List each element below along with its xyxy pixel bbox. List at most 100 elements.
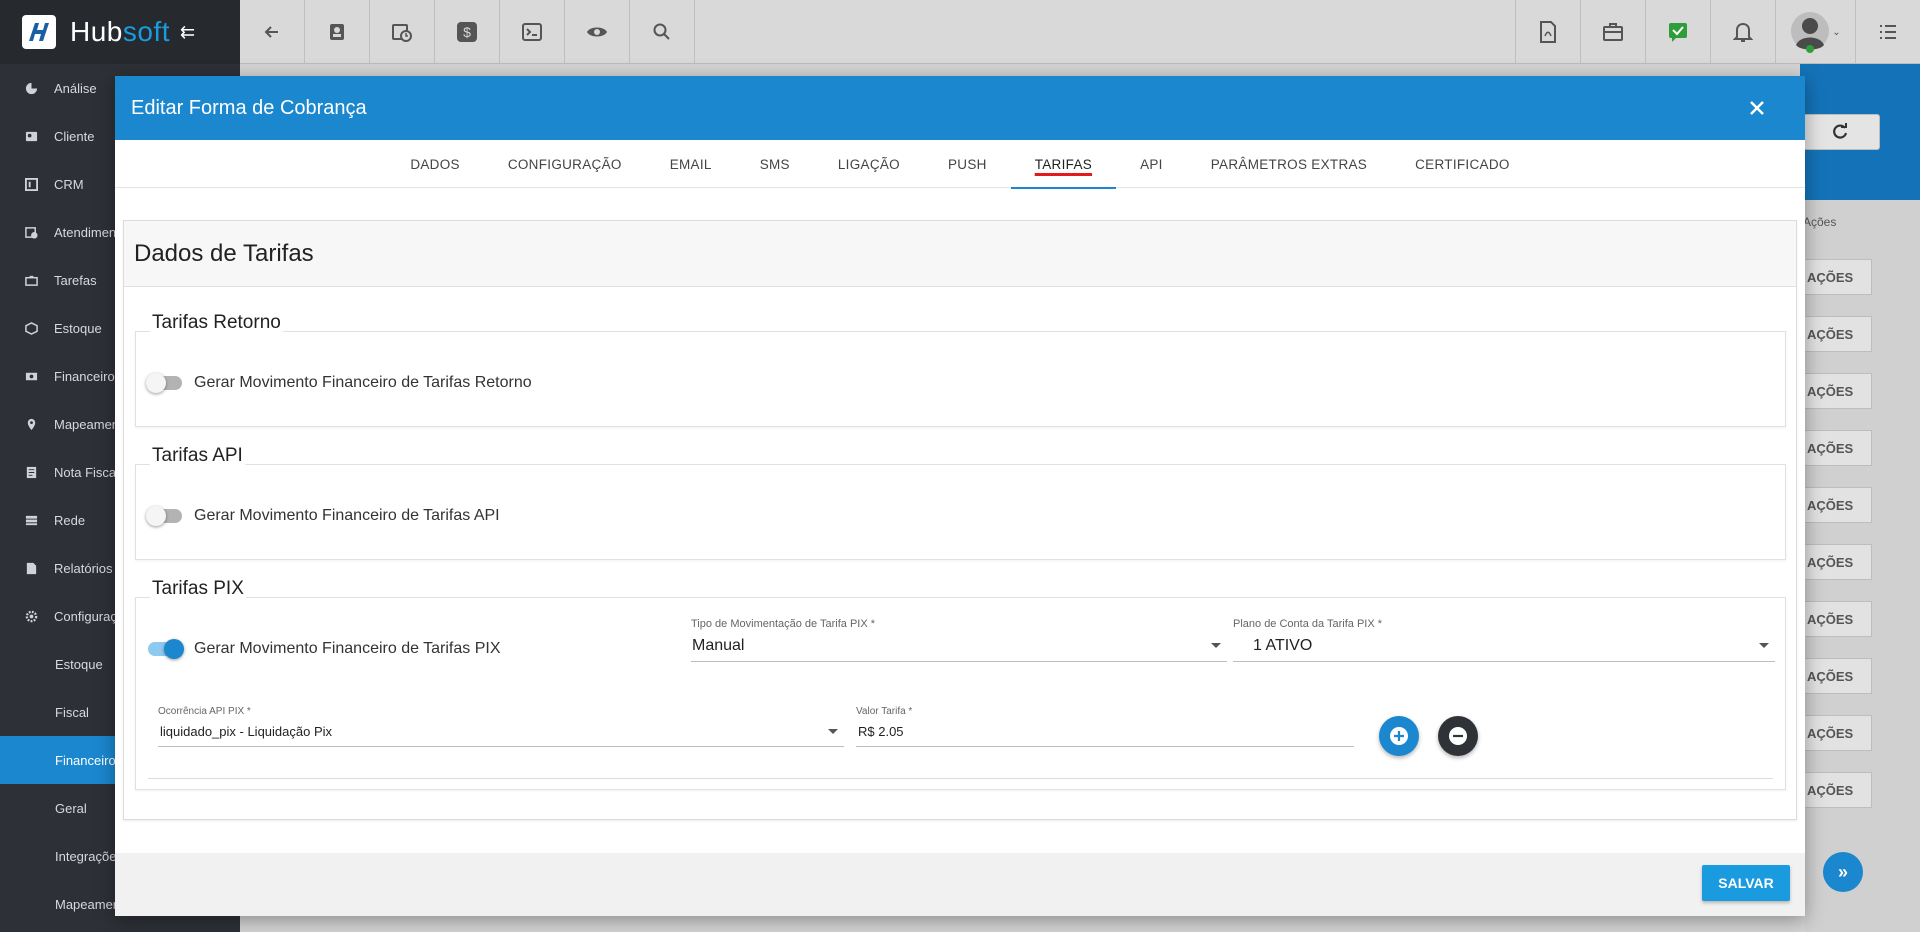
remove-ocorrencia-button[interactable] xyxy=(1438,716,1478,756)
terminal-icon xyxy=(522,23,542,41)
invoice-icon xyxy=(24,465,38,479)
brand-logo[interactable]: Hubsoft ⇇ xyxy=(0,0,240,64)
modal-footer: SALVAR xyxy=(115,853,1805,916)
report-icon xyxy=(24,561,38,575)
back-button[interactable] xyxy=(240,0,305,64)
row-acoes-button[interactable]: AÇÕES xyxy=(1800,544,1872,580)
row-acoes-button[interactable]: AÇÕES xyxy=(1800,430,1872,466)
next-page-button[interactable]: » xyxy=(1823,852,1863,892)
pdf-button[interactable] xyxy=(1515,0,1580,64)
toggle-tarifas-retorno[interactable] xyxy=(146,373,182,393)
chevron-down-icon: ⌄ xyxy=(1832,26,1841,38)
tab-email[interactable]: EMAIL xyxy=(646,140,736,188)
tab-push[interactable]: PUSH xyxy=(924,140,1011,188)
avatar xyxy=(1791,12,1830,53)
tab-configuracao[interactable]: CONFIGURAÇÃO xyxy=(484,140,646,188)
dollar-icon: $ xyxy=(457,22,477,42)
contact-card-icon xyxy=(330,24,344,40)
sidebar-subitem-label: Fiscal xyxy=(55,704,89,720)
close-button[interactable] xyxy=(1743,94,1771,122)
search-icon xyxy=(653,23,670,40)
sidebar-subitem-label: Financeiro xyxy=(55,752,116,768)
messages-button[interactable] xyxy=(1645,0,1710,64)
finance-button[interactable]: $ xyxy=(435,0,500,64)
tab-label: TARIFAS xyxy=(1034,156,1093,172)
toggle-tarifas-pix[interactable] xyxy=(148,639,184,659)
row-acoes-button[interactable]: AÇÕES xyxy=(1800,487,1872,523)
sidebar-item-label: Nota Fiscal xyxy=(54,464,120,480)
tab-label: CONFIGURAÇÃO xyxy=(507,156,622,172)
box-icon xyxy=(24,321,38,335)
toggle-label-api: Gerar Movimento Financeiro de Tarifas AP… xyxy=(194,507,500,524)
search-button[interactable] xyxy=(630,0,695,64)
money-icon xyxy=(24,369,38,383)
user-menu[interactable]: ⌄ xyxy=(1775,0,1855,64)
minus-circle-icon xyxy=(1449,727,1467,745)
row-acoes-button[interactable]: AÇÕES xyxy=(1800,259,1872,295)
plano-conta-label: Plano de Conta da Tarifa PIX * xyxy=(1233,618,1383,630)
dropdown-caret-icon xyxy=(1759,643,1769,648)
check-message-icon xyxy=(1669,23,1687,42)
tipo-movimentacao-select[interactable]: Tipo de Movimentação de Tarifa PIX * Man… xyxy=(691,618,1227,662)
map-pin-icon xyxy=(24,417,38,431)
menu-button[interactable] xyxy=(1855,0,1920,64)
tab-tarifas[interactable]: TARIFAS xyxy=(1010,140,1117,189)
close-icon xyxy=(1750,101,1764,115)
collapse-menu-icon[interactable]: ⇇ xyxy=(180,22,195,43)
toggle-tarifas-api[interactable] xyxy=(146,506,182,526)
schedule-button[interactable] xyxy=(370,0,435,64)
calendar-clock-icon xyxy=(24,225,38,239)
valor-tarifa-input[interactable]: Valor Tarifa * R$ 2.05 xyxy=(856,706,1354,747)
tab-api[interactable]: API xyxy=(1116,140,1187,188)
pdf-file-icon xyxy=(1540,21,1556,43)
sidebar-subitem-label: Integrações xyxy=(55,848,123,864)
add-ocorrencia-button[interactable] xyxy=(1379,716,1419,756)
notifications-button[interactable] xyxy=(1710,0,1775,64)
modal-tabs: DADOS CONFIGURAÇÃO EMAIL SMS LIGAÇÃO PUSH TARI… xyxy=(115,140,1805,189)
tab-label: DADOS xyxy=(410,156,460,172)
tarifas-card: Dados de Tarifas Tarifas Retorno Gerar M… xyxy=(123,220,1797,820)
gear-icon xyxy=(24,609,38,623)
tab-label: SMS xyxy=(759,156,790,172)
switch-row-pix: Gerar Movimento Financeiro de Tarifas PI… xyxy=(148,639,501,659)
sidebar-item-label: Estoque xyxy=(54,320,102,336)
tab-sms[interactable]: SMS xyxy=(736,140,814,188)
plano-conta-select[interactable]: Plano de Conta da Tarifa PIX * 1 ATIVO xyxy=(1233,618,1775,662)
terminal-button[interactable] xyxy=(500,0,565,64)
plus-circle-icon xyxy=(1390,727,1408,745)
row-acoes-button[interactable]: AÇÕES xyxy=(1800,658,1872,694)
switch-row-api: Gerar Movimento Financeiro de Tarifas AP… xyxy=(146,506,500,526)
hubsoft-logo-icon xyxy=(22,15,56,49)
briefcase-icon xyxy=(24,273,38,287)
refresh-icon xyxy=(1833,123,1848,139)
double-chevron-right-icon: » xyxy=(1837,861,1848,882)
tab-parametros-extras[interactable]: PARÂMETROS EXTRAS xyxy=(1187,140,1391,188)
tasks-button[interactable] xyxy=(1580,0,1645,64)
toggle-label-retorno: Gerar Movimento Financeiro de Tarifas Re… xyxy=(194,374,532,391)
sidebar-subitem-label: Estoque xyxy=(55,656,103,672)
view-button[interactable] xyxy=(565,0,630,64)
tab-certificado[interactable]: CERTIFICADO xyxy=(1391,140,1534,188)
row-acoes-button[interactable]: AÇÕES xyxy=(1800,715,1872,751)
valor-tarifa-label: Valor Tarifa * xyxy=(856,706,913,717)
tab-label: API xyxy=(1140,156,1163,172)
row-acoes-button[interactable]: AÇÕES xyxy=(1800,772,1872,808)
ocorrencia-api-pix-select[interactable]: Ocorrência API PIX * liquidado_pix - Liq… xyxy=(158,706,844,747)
row-acoes-button[interactable]: AÇÕES xyxy=(1800,601,1872,637)
refresh-button[interactable] xyxy=(1800,114,1880,150)
fieldset-tarifas-retorno: Tarifas Retorno Gerar Movimento Financei… xyxy=(135,312,1786,427)
row-acoes-button[interactable]: AÇÕES xyxy=(1800,316,1872,352)
tab-dados[interactable]: DADOS xyxy=(386,140,484,188)
brand-name: Hubsoft xyxy=(70,16,171,47)
tipo-movimentacao-value: Manual xyxy=(692,636,745,654)
fieldset-tarifas-pix: Tarifas PIX Gerar Movimento Financeiro d… xyxy=(135,578,1786,790)
sidebar-item-label: Análise xyxy=(54,80,97,96)
sidebar-item-label: CRM xyxy=(54,176,84,192)
eye-icon xyxy=(587,27,607,37)
save-button[interactable]: SALVAR xyxy=(1702,865,1790,901)
tab-ligacao[interactable]: LIGAÇÃO xyxy=(814,140,924,188)
row-acoes-button[interactable]: AÇÕES xyxy=(1800,373,1872,409)
legend-tarifas-api: Tarifas API xyxy=(150,445,245,467)
ocorrencia-value: liquidado_pix - Liquidação Pix xyxy=(160,724,333,739)
contact-button[interactable] xyxy=(305,0,370,64)
